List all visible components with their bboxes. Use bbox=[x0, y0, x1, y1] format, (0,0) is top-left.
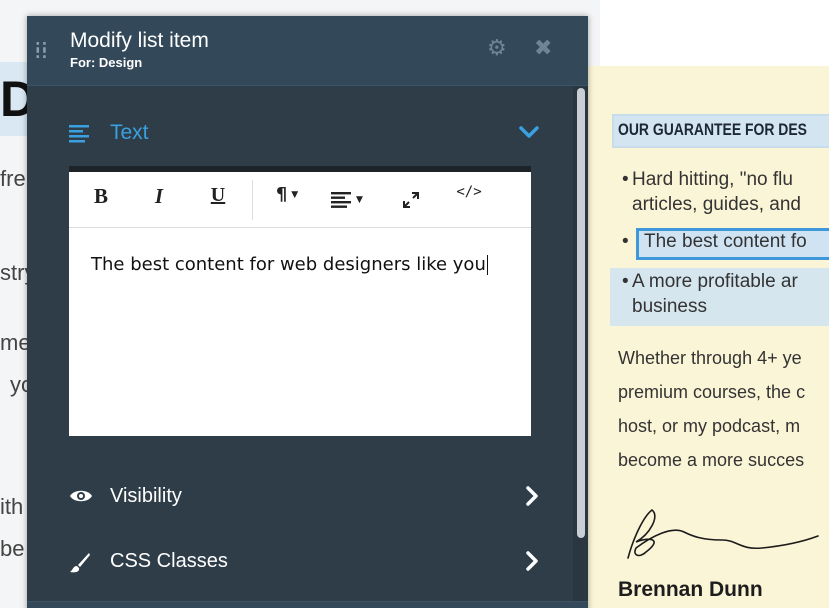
paragraph-line: Whether through 4+ ye bbox=[618, 348, 802, 368]
text-caret bbox=[486, 255, 488, 275]
paintbrush-icon bbox=[70, 553, 90, 573]
text-align-icon bbox=[69, 125, 89, 143]
signature-image bbox=[627, 509, 819, 559]
chevron-down-icon[interactable] bbox=[519, 124, 539, 140]
expand-icon bbox=[403, 191, 419, 208]
fullscreen-button[interactable] bbox=[399, 184, 423, 214]
chevron-right-icon[interactable] bbox=[525, 551, 539, 571]
css-classes-label: CSS Classes bbox=[110, 550, 228, 572]
paragraph-line: host, or my podcast, m bbox=[618, 416, 801, 436]
italic-button[interactable]: I bbox=[147, 184, 171, 214]
list-item[interactable]: Hard hitting, "no flu bbox=[632, 167, 793, 192]
text-fragment: me bbox=[0, 330, 31, 355]
bullet-dot: • bbox=[622, 271, 629, 292]
underline-button[interactable]: U bbox=[206, 184, 230, 214]
editor-text-value: The best content for web designers like … bbox=[91, 254, 486, 275]
text-fragment: be bbox=[0, 536, 25, 561]
bold-button[interactable]: B bbox=[89, 184, 113, 214]
drag-handle-icon[interactable]: :::: bbox=[35, 39, 48, 61]
list-item-continued: articles, guides, and bbox=[632, 194, 801, 215]
guarantee-heading: OUR GUARANTEE FOR DES bbox=[618, 120, 807, 139]
align-dropdown[interactable]: ▼ bbox=[327, 184, 367, 214]
visibility-label: Visibility bbox=[110, 485, 182, 507]
caret-down-icon: ▼ bbox=[291, 190, 299, 200]
eye-icon bbox=[70, 490, 92, 502]
paragraph-icon: ¶ bbox=[275, 184, 288, 205]
paragraph-format-dropdown[interactable]: ¶ ▼ bbox=[269, 184, 305, 214]
list-item-selected[interactable]: The best content fo bbox=[644, 229, 807, 254]
text-section-label: Text bbox=[110, 121, 149, 144]
editor-content[interactable]: The best content for web designers like … bbox=[91, 254, 488, 275]
code-view-button[interactable]: </> bbox=[455, 184, 483, 214]
panel-scrollbar-thumb[interactable] bbox=[577, 88, 585, 538]
panel-header: :::: Modify list item For: Design ⚙ ✖ bbox=[27, 16, 588, 86]
editor-toolbar: B I U ¶ ▼ ▼ </> bbox=[69, 172, 531, 228]
bullet-dot: • bbox=[622, 231, 629, 252]
paragraph-line: premium courses, the c bbox=[618, 382, 806, 402]
align-left-icon bbox=[331, 191, 352, 208]
list-item[interactable]: A more profitable ar bbox=[632, 269, 798, 294]
visibility-section-header[interactable]: Visibility bbox=[69, 482, 539, 514]
rich-text-editor: B I U ¶ ▼ ▼ </> The best content for web… bbox=[69, 166, 531, 436]
css-classes-section-header[interactable]: CSS Classes bbox=[69, 547, 539, 579]
paragraph-line: become a more succes bbox=[618, 450, 805, 470]
toolbar-divider bbox=[252, 180, 253, 220]
caret-down-icon: ▼ bbox=[356, 194, 363, 205]
list-item-continued: business bbox=[632, 296, 707, 317]
bullet-dot: • bbox=[622, 169, 629, 190]
text-fragment: fre bbox=[0, 166, 26, 191]
panel-title: Modify list item bbox=[70, 29, 209, 52]
modify-list-item-panel: :::: Modify list item For: Design ⚙ ✖ Te… bbox=[27, 16, 588, 608]
author-name: Brennan Dunn bbox=[618, 578, 763, 601]
panel-footer bbox=[27, 601, 588, 608]
chevron-right-icon[interactable] bbox=[525, 486, 539, 506]
text-fragment: ith bbox=[0, 494, 24, 519]
text-section-header[interactable]: Text bbox=[69, 120, 539, 150]
gear-icon[interactable]: ⚙ bbox=[487, 36, 507, 61]
panel-subtitle: For: Design bbox=[70, 55, 143, 70]
background-page-right: OUR GUARANTEE FOR DES • Hard hitting, "n… bbox=[588, 66, 829, 608]
close-icon[interactable]: ✖ bbox=[534, 36, 552, 61]
